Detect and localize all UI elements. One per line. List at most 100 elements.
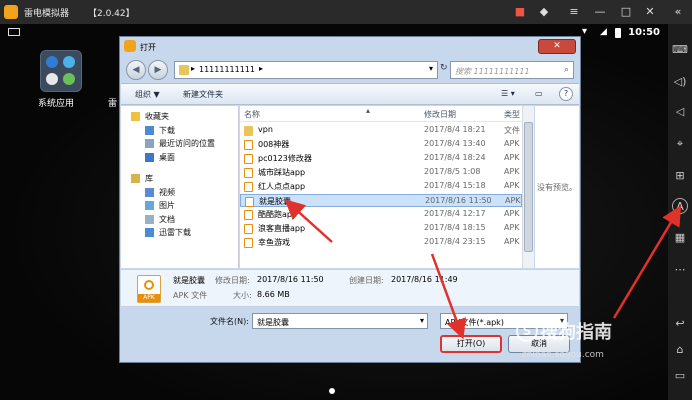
forward-button[interactable]: ▶ [148, 60, 168, 80]
file-name: 幸鱼游戏 [258, 238, 290, 247]
view-options-icon[interactable]: ☰ ▾ [501, 89, 515, 98]
refresh-icon[interactable]: ↻ [440, 63, 448, 73]
search-placeholder: 搜索 11111111111 [455, 67, 530, 76]
tree-item-document[interactable]: 文档 [121, 213, 237, 226]
tree-item-label: 下载 [159, 125, 175, 135]
second-app-label: 雷 [108, 99, 118, 109]
recent-apps-icon[interactable]: ▭ [672, 368, 688, 384]
file-date: 2017/8/4 23:15 [424, 237, 486, 246]
emulator-title: 雷电模拟器 [24, 9, 70, 19]
tree-item-library[interactable]: 库 [121, 172, 237, 185]
apk-install-icon[interactable]: A [672, 198, 688, 214]
tree-item-download[interactable]: 下载 [121, 124, 237, 137]
dialog-app-icon [124, 40, 136, 52]
file-row[interactable]: 浪客直播app 2017/8/4 18:15 APK [240, 222, 522, 235]
volume-up-icon[interactable]: ◁) [672, 74, 688, 90]
tree-item-video[interactable]: 视频 [121, 186, 237, 199]
sogou-logo-icon: S [516, 320, 538, 342]
download-icon [145, 125, 154, 135]
open-button[interactable]: 打开(O) [440, 335, 502, 353]
organize-button[interactable]: 组织 ▼ [135, 89, 160, 100]
search-icon: ⌕ [563, 65, 569, 75]
detail-modified-value: 2017/8/16 11:50 [257, 275, 324, 284]
file-row[interactable]: 城市踩站app 2017/8/5 1:08 APK [240, 166, 522, 179]
file-row[interactable]: 幸鱼游戏 2017/8/4 23:15 APK [240, 236, 522, 249]
tree-item-label: 库 [145, 174, 153, 183]
file-name: vpn [258, 125, 273, 134]
dialog-close-button[interactable]: ✕ [538, 39, 576, 54]
address-bar[interactable]: ▸ 11111111111 ▸ ▾ [174, 61, 438, 79]
add-apk-icon[interactable]: ⊞ [672, 168, 688, 184]
filename-input[interactable]: 就是胶囊 ▾ [252, 313, 428, 329]
page-indicator [329, 388, 335, 394]
apk-logo [144, 280, 154, 290]
file-date: 2017/8/4 15:18 [424, 181, 486, 190]
folder-icon [244, 126, 253, 136]
open-file-dialog: 打开 ✕ ◀ ▶ ▸ 11111111111 ▸ ▾ ↻ 搜索 11111111… [119, 36, 581, 363]
back-icon[interactable]: ↩ [672, 316, 688, 332]
file-row[interactable]: 红人点点app 2017/8/4 15:18 APK [240, 180, 522, 193]
menu-icon[interactable]: ≡ [566, 4, 582, 20]
more-icon[interactable]: ⋯ [672, 262, 688, 278]
file-row[interactable]: vpn 2017/8/4 18:21 文件 [240, 124, 522, 137]
file-row[interactable]: 008神器 2017/8/4 13:40 APK [240, 138, 522, 151]
location-icon[interactable]: ⌖ [672, 136, 688, 152]
gift-icon[interactable]: ■ [512, 4, 528, 20]
file-name: 浪客直播app [258, 224, 306, 233]
scrollbar-thumb[interactable] [524, 122, 533, 252]
new-folder-button[interactable]: 新建文件夹 [183, 89, 223, 100]
file-row[interactable]: 酷酷跑app 2017/8/4 12:17 APK [240, 208, 522, 221]
dropdown-icon[interactable]: ▾ [429, 64, 433, 73]
document-icon [145, 214, 154, 224]
tree-item-label: 文档 [159, 214, 175, 224]
tree-item-label: 最近访问的位置 [159, 139, 215, 148]
system-apps-folder[interactable] [40, 50, 82, 92]
column-type[interactable]: 类型 [504, 109, 520, 120]
close-icon[interactable]: ✕ [642, 4, 658, 20]
file-date: 2017/8/4 13:40 [424, 139, 486, 148]
tree-item-label: 桌面 [159, 152, 175, 162]
filename-dropdown-icon[interactable]: ▾ [420, 316, 424, 325]
filename-value: 就是胶囊 [257, 318, 289, 327]
tree-item-download[interactable]: 迅雷下载 [121, 226, 237, 239]
collapse-icon[interactable]: « [670, 4, 686, 20]
file-type: APK [504, 167, 520, 176]
file-row[interactable]: 就是胶囊 2017/8/16 11:50 APK [240, 194, 522, 207]
tree-item-recent[interactable]: 最近访问的位置 [121, 137, 237, 150]
tree-item-star[interactable]: 收藏夹 [121, 110, 237, 123]
keyboard-mapping-icon[interactable]: ⌨ [672, 42, 688, 58]
maximize-icon[interactable]: □ [618, 4, 634, 20]
file-name: 008神器 [258, 140, 290, 149]
preview-text: 没有预览。 [537, 183, 577, 192]
volume-down-icon[interactable]: ◁ [672, 104, 688, 120]
file-date: 2017/8/4 18:21 [424, 125, 486, 134]
sort-up-icon: ▴ [366, 106, 371, 115]
file-list: 名称 修改日期 类型 ▴ vpn 2017/8/4 18:21 文件 008神器 201… [240, 106, 522, 268]
home-icon[interactable]: ⌂ [672, 342, 688, 358]
chevron-right-icon: ▸ [259, 64, 264, 73]
detail-file-name: 就是胶囊 [173, 276, 205, 285]
detail-created-value: 2017/8/16 11:49 [391, 275, 458, 284]
file-date: 2017/8/16 11:50 [425, 196, 492, 205]
keyboard-icon[interactable]: ▦ [672, 230, 688, 246]
file-row[interactable]: pc0123修改器 2017/8/4 18:24 APK [240, 152, 522, 165]
gamepad-icon[interactable]: ◆ [536, 4, 552, 20]
search-input[interactable]: 搜索 11111111111 ⌕ [450, 61, 574, 79]
minimize-icon[interactable]: — [592, 4, 608, 20]
detail-file-type: APK 文件 [173, 291, 208, 300]
filename-label: 文件名(N): [210, 317, 249, 326]
file-date: 2017/8/4 18:15 [424, 223, 486, 232]
apk-icon [245, 197, 254, 207]
emulator-version: 【2.0.42】 [88, 9, 135, 19]
file-list-scrollbar[interactable] [522, 106, 534, 268]
apk-icon [244, 182, 253, 192]
help-icon[interactable]: ? [559, 87, 573, 101]
tree-item-picture[interactable]: 图片 [121, 199, 237, 212]
dialog-title: 打开 [140, 43, 156, 52]
preview-pane-icon[interactable]: ▭ [535, 89, 543, 98]
column-date[interactable]: 修改日期 [424, 109, 456, 120]
tree-item-label: 视频 [159, 187, 175, 197]
back-button[interactable]: ◀ [126, 60, 146, 80]
tree-item-desktop[interactable]: 桌面 [121, 151, 237, 164]
column-name[interactable]: 名称 [244, 109, 260, 120]
